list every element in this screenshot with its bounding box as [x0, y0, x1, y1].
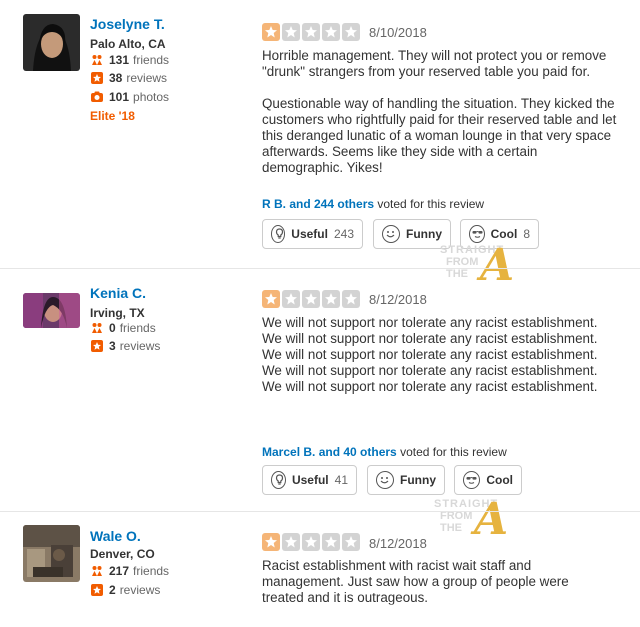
useful-button[interactable]: Useful 41: [262, 465, 357, 495]
friends-icon: [91, 565, 103, 577]
star-icon: [282, 23, 300, 41]
friends-count: 217 friends: [91, 564, 169, 578]
review-date: 8/10/2018: [369, 25, 427, 40]
review-joselyne: Joselyne T. Palo Alto, CA 131 friends 38 r…: [0, 0, 640, 291]
voters-link[interactable]: Marcel B. and 40 others: [262, 445, 397, 459]
smile-icon: [382, 225, 400, 243]
star-icon: [262, 290, 280, 308]
star-icon: [91, 72, 103, 84]
user-name[interactable]: Wale O.: [90, 528, 141, 544]
user-location: Denver, CO: [90, 547, 155, 561]
voters-link[interactable]: R B. and 244 others: [262, 197, 374, 211]
star-icon: [262, 533, 280, 551]
review-date: 8/12/2018: [369, 292, 427, 307]
review-kenia: Kenia C. Irving, TX 0 friends 3 reviews 8/…: [0, 269, 640, 545]
review-text: Racist establishment with racist wait st…: [262, 558, 592, 606]
star-icon: [262, 23, 280, 41]
star-icon: [342, 23, 360, 41]
review-date: 8/12/2018: [369, 536, 427, 551]
vote-summary: R B. and 244 others voted for this revie…: [262, 197, 485, 211]
useful-button[interactable]: Useful 243: [262, 219, 363, 249]
star-icon: [342, 290, 360, 308]
lightbulb-icon: [271, 471, 286, 489]
review-paragraph: Racist establishment with racist wait st…: [262, 558, 569, 605]
star-icon: [282, 290, 300, 308]
camera-icon: [91, 91, 103, 103]
star-icon: [302, 23, 320, 41]
star-rating: [262, 533, 360, 551]
funny-button[interactable]: Funny: [367, 465, 445, 495]
review-text: Horrible management. They will not prote…: [262, 48, 622, 176]
avatar[interactable]: [23, 525, 80, 582]
sunglasses-icon: [463, 471, 481, 489]
reviews-count: 2 reviews: [91, 583, 160, 597]
friends-count: 0 friends: [91, 321, 156, 335]
star-icon: [302, 533, 320, 551]
smile-icon: [376, 471, 394, 489]
reviews-count: 3 reviews: [91, 339, 160, 353]
review-paragraph: Horrible management. They will not prote…: [262, 48, 607, 79]
star-rating: [262, 290, 360, 308]
vote-summary: Marcel B. and 40 others voted for this r…: [262, 445, 507, 459]
photos-count: 101 photos: [91, 90, 169, 104]
friends-count: 131 friends: [91, 53, 169, 67]
reviews-count: 38 reviews: [91, 71, 167, 85]
fade-overlay: [0, 604, 640, 627]
friends-icon: [91, 54, 103, 66]
user-location: Palo Alto, CA: [90, 37, 166, 51]
star-icon: [322, 533, 340, 551]
star-icon: [302, 290, 320, 308]
friends-icon: [91, 322, 103, 334]
star-icon: [322, 290, 340, 308]
user-name[interactable]: Kenia C.: [90, 285, 146, 301]
star-icon: [282, 533, 300, 551]
star-icon: [342, 533, 360, 551]
avatar[interactable]: [23, 293, 80, 328]
review-wale: Wale O. Denver, CO 217 friends 2 reviews 8…: [0, 512, 640, 627]
review-text: We will not support nor tolerate any rac…: [262, 315, 612, 395]
star-rating: [262, 23, 360, 41]
lightbulb-icon: [271, 225, 286, 243]
star-icon: [322, 23, 340, 41]
user-location: Irving, TX: [90, 306, 145, 320]
cool-button[interactable]: Cool: [454, 465, 522, 495]
star-icon: [91, 584, 103, 596]
star-icon: [91, 340, 103, 352]
elite-badge[interactable]: Elite '18: [90, 109, 135, 123]
review-paragraph: Questionable way of handling the situati…: [262, 96, 617, 175]
user-name[interactable]: Joselyne T.: [90, 16, 165, 32]
review-paragraph: We will not support nor tolerate any rac…: [262, 315, 598, 394]
avatar[interactable]: [23, 14, 80, 71]
